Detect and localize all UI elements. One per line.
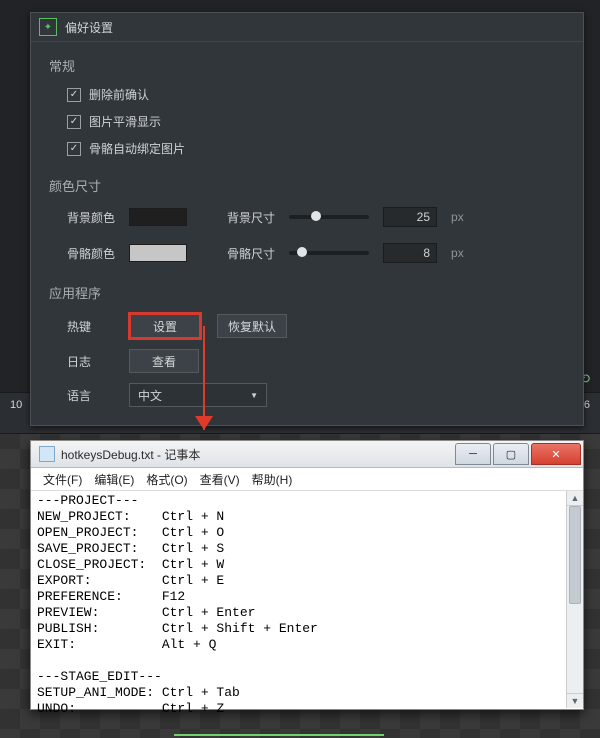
section-application: 应用程序 (31, 269, 583, 308)
app-logo-icon: ✦ (39, 18, 57, 36)
annotation-arrow (203, 326, 205, 430)
section-color-size: 颜色尺寸 (31, 162, 583, 201)
document-icon (39, 446, 55, 462)
checkbox-icon: ✓ (67, 115, 81, 129)
bone-size-label: 骨骼尺寸 (227, 245, 275, 262)
language-label: 语言 (67, 387, 113, 404)
bg-color-label: 背景颜色 (67, 209, 115, 226)
bone-size-slider[interactable] (289, 251, 369, 255)
bg-size-input[interactable]: 25 (383, 207, 437, 227)
section-general: 常规 (31, 42, 583, 81)
chevron-down-icon: ▼ (250, 391, 258, 400)
scroll-up-icon[interactable]: ▲ (567, 491, 583, 506)
notepad-window: hotkeysDebug.txt - 记事本 ─ ▢ ✕ 文件(F) 编辑(E)… (30, 440, 584, 710)
checkbox-label: 骨骼自动绑定图片 (89, 140, 185, 157)
unit-px: px (451, 210, 464, 224)
menu-file[interactable]: 文件(F) (39, 469, 86, 490)
bone-size-input[interactable]: 8 (383, 243, 437, 263)
log-view-button[interactable]: 查看 (129, 349, 199, 373)
checkbox-icon: ✓ (67, 88, 81, 102)
menu-help[interactable]: 帮助(H) (248, 469, 297, 490)
notepad-body[interactable]: ---PROJECT--- NEW_PROJECT: Ctrl + N OPEN… (31, 491, 583, 708)
notepad-menu: 文件(F) 编辑(E) 格式(O) 查看(V) 帮助(H) (31, 468, 583, 491)
scroll-down-icon[interactable]: ▼ (567, 693, 583, 708)
unit-px: px (451, 246, 464, 260)
minimize-button[interactable]: ─ (455, 443, 491, 465)
menu-view[interactable]: 查看(V) (196, 469, 244, 490)
maximize-button[interactable]: ▢ (493, 443, 529, 465)
notepad-titlebar[interactable]: hotkeysDebug.txt - 记事本 ─ ▢ ✕ (31, 441, 583, 468)
menu-format[interactable]: 格式(O) (142, 469, 191, 490)
notepad-title-text: hotkeysDebug.txt - 记事本 (61, 446, 200, 463)
notepad-content[interactable]: ---PROJECT--- NEW_PROJECT: Ctrl + N OPEN… (31, 491, 583, 719)
bg-size-slider[interactable] (289, 215, 369, 219)
check-smooth-image[interactable]: ✓ 图片平滑显示 (67, 108, 547, 135)
checkbox-label: 图片平滑显示 (89, 113, 161, 130)
bg-size-label: 背景尺寸 (227, 209, 275, 226)
dialog-title: 偏好设置 (65, 19, 113, 36)
menu-edit[interactable]: 编辑(E) (90, 469, 138, 490)
scrollbar-thumb[interactable] (569, 506, 581, 604)
check-delete-confirm[interactable]: ✓ 删除前确认 (67, 81, 547, 108)
hotkey-label: 热键 (67, 318, 113, 335)
log-label: 日志 (67, 353, 113, 370)
ruler-tick: 10 (10, 399, 22, 411)
timeline-marker (174, 734, 384, 736)
check-auto-bind-bone[interactable]: ✓ 骨骼自动绑定图片 (67, 135, 547, 162)
section-account: 账户 (31, 412, 583, 426)
hotkey-settings-button[interactable]: 设置 (129, 313, 201, 339)
vertical-scrollbar[interactable]: ▲ ▼ (566, 491, 583, 708)
bone-color-swatch[interactable] (129, 244, 187, 262)
preferences-dialog: ✦ 偏好设置 常规 ✓ 删除前确认 ✓ 图片平滑显示 ✓ 骨骼自动绑定图片 颜色… (30, 12, 584, 426)
bg-color-swatch[interactable] (129, 208, 187, 226)
select-value: 中文 (138, 387, 162, 404)
checkbox-icon: ✓ (67, 142, 81, 156)
checkbox-label: 删除前确认 (89, 86, 149, 103)
bone-color-label: 骨骼颜色 (67, 245, 115, 262)
hotkey-restore-button[interactable]: 恢复默认 (217, 314, 287, 338)
close-button[interactable]: ✕ (531, 443, 581, 465)
language-select[interactable]: 中文 ▼ (129, 383, 267, 407)
dialog-titlebar[interactable]: ✦ 偏好设置 (31, 13, 583, 42)
